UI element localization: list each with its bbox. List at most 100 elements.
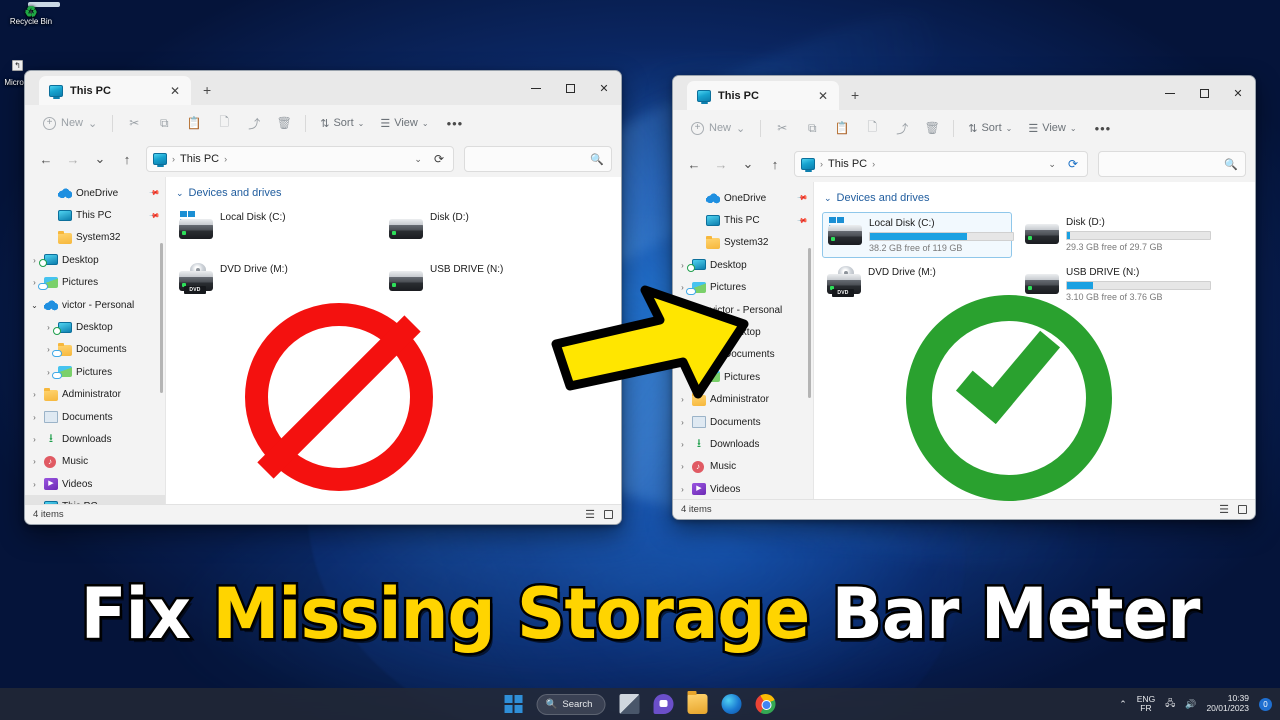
language-indicator[interactable]: ENG FR	[1137, 694, 1155, 714]
breadcrumb-this-pc[interactable]: This PC	[828, 158, 867, 170]
cut-icon[interactable]: ✂	[768, 115, 796, 141]
delete-icon[interactable]: 🗑	[918, 115, 946, 141]
drive-item[interactable]: Local Disk (C:) 38.2 GB free of 119 GB	[822, 212, 1014, 258]
chevron-right-icon[interactable]: ›	[29, 390, 40, 399]
sidebar-item-administrator[interactable]: › Administrator	[25, 384, 165, 406]
sidebar-item-downloads[interactable]: › ⭳ Downloads	[25, 428, 165, 450]
list-view-icon[interactable]: ☰	[1219, 503, 1229, 516]
network-icon[interactable]: 🖧	[1165, 696, 1175, 712]
view-button[interactable]: ☰ View ⌄	[1021, 119, 1083, 138]
sidebar-item-downloads[interactable]: › ⭳ Downloads	[673, 433, 813, 455]
tile-view-icon[interactable]	[604, 510, 613, 519]
address-bar[interactable]: › This PC › ⌄ ⟳	[146, 146, 454, 172]
teams-chat-icon[interactable]	[653, 694, 674, 714]
clock[interactable]: 10:39 20/01/2023	[1206, 693, 1249, 714]
forward-button[interactable]: →	[61, 147, 85, 171]
tile-view-icon[interactable]	[1238, 505, 1247, 514]
sidebar-item-videos[interactable]: › ▶ Videos	[25, 473, 165, 495]
copy-icon[interactable]: ⧉	[798, 115, 826, 141]
sidebar-item-desktop[interactable]: ›Desktop	[25, 316, 165, 338]
close-button[interactable]: ✕	[1221, 78, 1255, 108]
group-header-devices-and-drives[interactable]: ⌄ Devices and drives	[174, 187, 621, 199]
chevron-right-icon[interactable]: ›	[29, 457, 40, 466]
sidebar-scrollbar[interactable]	[160, 243, 163, 393]
more-options-button[interactable]: •••	[1086, 121, 1121, 136]
sort-button[interactable]: ⇅ Sort ⌄	[313, 114, 371, 133]
sidebar-item-pictures[interactable]: ›Pictures	[25, 272, 165, 294]
pin-icon[interactable]: 📌	[797, 215, 809, 226]
sidebar-item-videos[interactable]: › ▶ Videos	[673, 478, 813, 499]
drive-item[interactable]: Disk (D:) 29.3 GB free of 29.7 GB	[1020, 212, 1211, 258]
minimize-button[interactable]	[519, 73, 553, 103]
up-button[interactable]: ↑	[115, 147, 139, 171]
cut-icon[interactable]: ✂	[120, 110, 148, 136]
tab-close-icon[interactable]: ✕	[167, 84, 183, 98]
group-header-devices-and-drives[interactable]: ⌄ Devices and drives	[822, 192, 1255, 204]
desktop-icon-recycle-bin[interactable]: ♻ Recycle Bin	[2, 5, 60, 27]
chevron-right-icon[interactable]: ›	[677, 440, 688, 449]
rename-icon[interactable]: 🗋	[210, 110, 238, 136]
sidebar-item-pictures[interactable]: ›Pictures	[25, 361, 165, 383]
drive-item[interactable]: Local Disk (C:)	[174, 207, 374, 245]
sidebar-item-this-pc[interactable]: This PC 📌	[673, 209, 813, 231]
chevron-right-icon[interactable]: ›	[677, 485, 688, 494]
refresh-icon[interactable]: ⟳	[431, 152, 447, 166]
share-icon[interactable]: ⤴	[888, 115, 916, 141]
widgets-icon[interactable]	[619, 694, 640, 714]
sidebar-item-victor-personal[interactable]: ⌄ victor - Personal	[25, 294, 165, 316]
tab-this-pc[interactable]: This PC ✕	[39, 76, 191, 105]
copy-icon[interactable]: ⧉	[150, 110, 178, 136]
paste-icon[interactable]: 📋	[828, 115, 856, 141]
new-button[interactable]: + New ⌄	[35, 114, 105, 133]
drive-item[interactable]: USB DRIVE (N:) 3.10 GB free of 3.76 GB	[1020, 262, 1211, 306]
recent-locations-button[interactable]: ⌄	[88, 147, 112, 171]
sidebar-item-documents[interactable]: ›Documents	[25, 406, 165, 428]
new-button[interactable]: + New ⌄	[683, 119, 753, 138]
sidebar-item-documents[interactable]: ›Documents	[673, 411, 813, 433]
address-bar[interactable]: › This PC › ⌄ ⟳	[794, 151, 1088, 177]
sidebar-item-system32[interactable]: System32	[673, 232, 813, 254]
rename-icon[interactable]: 🗋	[858, 115, 886, 141]
minimize-button[interactable]	[1153, 78, 1187, 108]
view-button[interactable]: ☰ View ⌄	[373, 114, 435, 133]
search-input[interactable]: 🔍	[1098, 151, 1246, 177]
tray-expand-icon[interactable]: ⌃	[1119, 699, 1127, 710]
taskbar-search-box[interactable]: 🔍 Search	[536, 693, 606, 715]
edge-icon[interactable]	[721, 694, 742, 714]
back-button[interactable]: ←	[34, 147, 58, 171]
refresh-icon[interactable]: ⟳	[1065, 157, 1081, 171]
sidebar-item-music[interactable]: › ♪ Music	[25, 451, 165, 473]
sidebar-item-onedrive[interactable]: OneDrive 📌	[673, 187, 813, 209]
sidebar-item-this-pc[interactable]: › This PC	[25, 495, 165, 504]
chevron-right-icon[interactable]: ›	[29, 480, 40, 489]
paste-icon[interactable]: 📋	[180, 110, 208, 136]
sidebar-item-documents[interactable]: ›Documents	[25, 339, 165, 361]
chevron-right-icon[interactable]: ›	[29, 502, 40, 504]
search-input[interactable]: 🔍	[464, 146, 612, 172]
sidebar-item-desktop[interactable]: ›Desktop	[25, 249, 165, 271]
chevron-down-icon[interactable]: ⌄	[29, 301, 40, 310]
back-button[interactable]: ←	[682, 152, 706, 176]
volume-icon[interactable]: 🔊	[1185, 699, 1196, 710]
navigation-pane[interactable]: OneDrive 📌 This PC 📌 System32 › Desktop › Pictur…	[25, 177, 166, 504]
sidebar-item-this-pc[interactable]: This PC 📌	[25, 204, 165, 226]
new-tab-button[interactable]: +	[203, 82, 211, 98]
sort-button[interactable]: ⇅ Sort ⌄	[961, 119, 1019, 138]
sidebar-item-system32[interactable]: System32	[25, 227, 165, 249]
close-button[interactable]: ✕	[587, 73, 621, 103]
recent-locations-button[interactable]: ⌄	[736, 152, 760, 176]
new-tab-button[interactable]: +	[851, 87, 859, 103]
sidebar-item-music[interactable]: › ♪ Music	[673, 456, 813, 478]
delete-icon[interactable]: 🗑	[270, 110, 298, 136]
pin-icon[interactable]: 📌	[149, 187, 161, 199]
pin-icon[interactable]: 📌	[797, 192, 809, 204]
start-icon[interactable]	[504, 695, 523, 713]
sidebar-item-onedrive[interactable]: OneDrive 📌	[25, 182, 165, 204]
chevron-right-icon[interactable]: ›	[677, 418, 688, 427]
up-button[interactable]: ↑	[763, 152, 787, 176]
sidebar-scrollbar[interactable]	[808, 248, 811, 398]
pin-icon[interactable]: 📌	[149, 210, 161, 221]
forward-button[interactable]: →	[709, 152, 733, 176]
drive-item[interactable]: DVD DVD Drive (M:)	[174, 259, 374, 297]
drive-item[interactable]: Disk (D:)	[384, 207, 584, 245]
